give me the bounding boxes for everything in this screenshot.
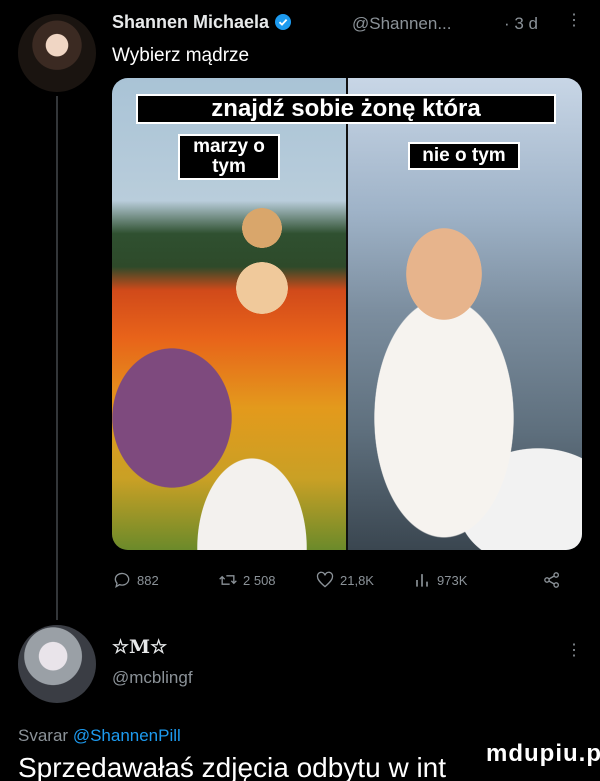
reply-text: Sprzedawałaś zdjęcia odbytu w int	[18, 752, 447, 781]
thread-line	[56, 96, 58, 620]
replying-to-line: Svarar @ShannenPill	[18, 726, 181, 746]
tweet-actions: 882 2 508 21,8K 973K	[112, 570, 582, 592]
like-button[interactable]: 21,8K	[315, 570, 374, 590]
reply-button[interactable]: 882	[112, 570, 159, 590]
reply-more-options-icon[interactable]: ⋮	[566, 640, 582, 660]
like-count: 21,8K	[340, 572, 374, 588]
heart-icon	[316, 571, 334, 588]
tweet-text: Wybierz mądrze	[112, 45, 250, 66]
reply-icon	[114, 572, 130, 589]
image-caption-title: znajdź sobie żonę która	[136, 94, 556, 124]
more-options-icon[interactable]: ⋮	[566, 10, 582, 30]
image-caption-left: marzy o tym	[178, 134, 280, 180]
views-count: 973K	[437, 572, 468, 588]
reply-count: 882	[137, 572, 159, 588]
author-handle[interactable]: @Shannen...	[352, 14, 452, 34]
author-name-text: Shannen Michaela	[112, 12, 270, 32]
author-avatar[interactable]	[18, 14, 96, 92]
reply-author-name[interactable]: ☆M☆	[112, 636, 167, 658]
replying-to-prefix: Svarar	[18, 726, 69, 745]
site-watermark-logo: mdupiu.pl	[482, 740, 600, 768]
share-icon	[544, 572, 559, 588]
views-button[interactable]: 973K	[412, 570, 467, 590]
tweet-image[interactable]: znajdź sobie żonę która marzy o tym nie …	[112, 78, 582, 550]
retweet-count: 2 508	[243, 572, 276, 588]
tweet-timestamp[interactable]: · 3 d	[504, 14, 538, 34]
share-button[interactable]	[542, 570, 562, 590]
author-name[interactable]: Shannen Michaela	[112, 12, 295, 33]
reply-author-avatar[interactable]	[18, 625, 96, 703]
retweet-icon	[219, 575, 237, 585]
views-bar-icon	[416, 574, 428, 587]
verified-badge-icon	[275, 14, 292, 30]
replying-to-mention[interactable]: @ShannenPill	[73, 726, 181, 745]
image-caption-right: nie o tym	[408, 142, 520, 170]
reply-author-handle[interactable]: @mcblingf	[112, 668, 193, 688]
retweet-button[interactable]: 2 508	[218, 570, 276, 590]
